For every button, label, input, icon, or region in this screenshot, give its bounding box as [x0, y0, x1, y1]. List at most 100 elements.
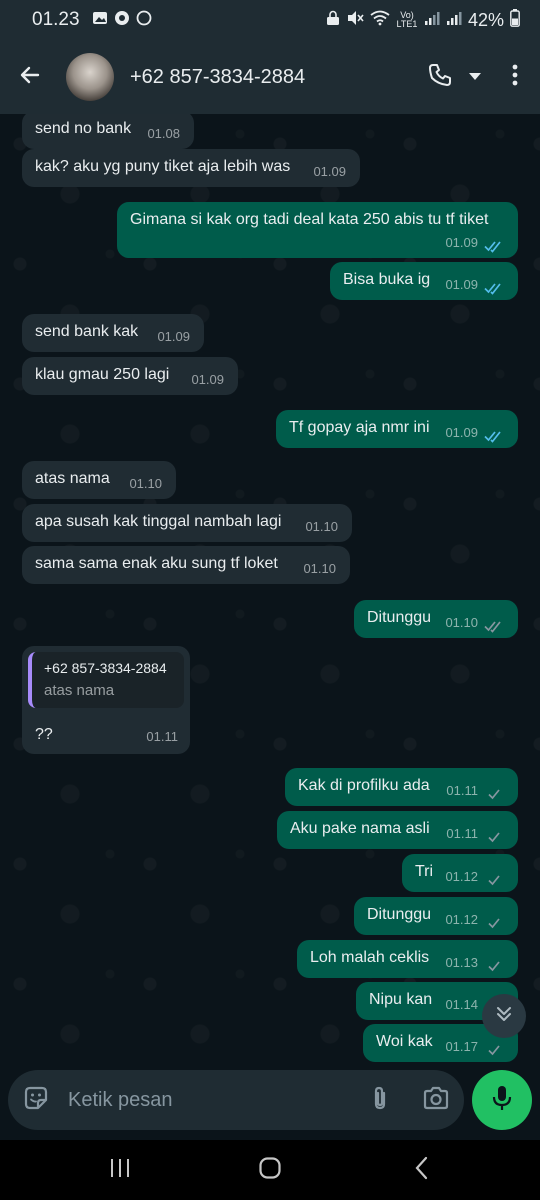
- message-bubble-incoming[interactable]: send no bank 01.08: [22, 114, 194, 149]
- message-text: Ditunggu: [367, 906, 432, 923]
- signal-2-icon: [446, 10, 462, 30]
- camera-button[interactable]: [408, 1070, 464, 1130]
- double-chevron-down-icon: [494, 1004, 514, 1029]
- message-text: Tri: [415, 863, 434, 880]
- message-text: apa susah kak tinggal nambah lagi: [35, 513, 282, 530]
- message-input[interactable]: [68, 1088, 352, 1112]
- header-actions: [420, 40, 540, 114]
- message-bubble-outgoing[interactable]: Tf gopay aja nmr ini 01.09: [276, 410, 518, 448]
- call-options-button[interactable]: [460, 40, 490, 114]
- battery-icon: [510, 9, 520, 31]
- phone-icon: [427, 62, 453, 93]
- message-time: 01.09: [191, 372, 224, 387]
- message-time: 01.09: [445, 235, 478, 250]
- message-time: 01.14: [445, 997, 478, 1012]
- gallery-icon: [92, 10, 108, 30]
- sticker-button[interactable]: [8, 1070, 64, 1130]
- message-list[interactable]: send no bank 01.08 kak? aku yg puny tike…: [0, 114, 540, 1064]
- more-vertical-icon: [512, 64, 518, 91]
- read-double-check-icon: [484, 239, 506, 253]
- mute-icon: [346, 10, 364, 30]
- message-text: Woi kak: [376, 1033, 433, 1050]
- sent-check-icon: [484, 830, 506, 844]
- message-input-container: [8, 1070, 464, 1130]
- composer-bar: [0, 1064, 540, 1140]
- more-options-button[interactable]: [490, 40, 540, 114]
- message-bubble-icon: [136, 10, 152, 30]
- sent-check-icon: [484, 787, 506, 801]
- message-time: 01.12: [445, 869, 478, 884]
- message-bubble-incoming[interactable]: kak? aku yg puny tiket aja lebih was 01.…: [22, 149, 360, 187]
- message-bubble-outgoing[interactable]: Loh malah ceklis 01.13: [297, 940, 518, 978]
- message-bubble-outgoing[interactable]: Ditunggu 01.10: [354, 600, 518, 638]
- attach-button[interactable]: [352, 1070, 408, 1130]
- message-bubble-incoming[interactable]: apa susah kak tinggal nambah lagi 01.10: [22, 504, 352, 542]
- contact-name[interactable]: +62 857-3834-2884: [130, 66, 305, 89]
- message-bubble-incoming[interactable]: send bank kak 01.09: [22, 314, 204, 352]
- message-bubble-outgoing[interactable]: Aku pake nama asli 01.11: [277, 811, 518, 849]
- message-bubble-outgoing[interactable]: Ditunggu 01.12: [354, 897, 518, 935]
- message-text: Ditunggu: [367, 609, 432, 626]
- message-text: Gimana si kak org tadi deal kata 250 abi…: [130, 211, 489, 228]
- chat-header: +62 857-3834-2884: [0, 40, 540, 114]
- recents-icon: [108, 1157, 132, 1184]
- message-bubble-outgoing[interactable]: Kak di profilku ada 01.11: [285, 768, 518, 806]
- status-bar: 01.23 Vo) LTE1 42%: [0, 0, 540, 40]
- message-time: 01.11: [446, 826, 478, 841]
- arrow-left-icon: [18, 63, 42, 92]
- message-text: Tf gopay aja nmr ini: [289, 419, 430, 436]
- read-double-check-icon: [484, 281, 506, 295]
- app-notification-icon: [114, 10, 130, 30]
- scroll-to-bottom-button[interactable]: [482, 994, 526, 1038]
- voice-message-button[interactable]: [472, 1070, 532, 1130]
- camera-icon: [422, 1086, 450, 1115]
- message-text: Kak di profilku ada: [298, 777, 430, 794]
- message-time: 01.13: [445, 955, 478, 970]
- sent-check-icon: [484, 873, 506, 887]
- message-text: ??: [35, 726, 53, 743]
- system-back-button[interactable]: [372, 1140, 472, 1200]
- system-navigation-bar: [0, 1140, 540, 1200]
- caret-down-icon: [469, 68, 481, 86]
- status-time: 01.23: [32, 9, 80, 30]
- message-text: klau gmau 250 lagi: [35, 366, 170, 383]
- quoted-author: +62 857-3834-2884: [44, 660, 167, 676]
- message-time: 01.17: [445, 1039, 478, 1054]
- message-bubble-incoming[interactable]: atas nama 01.10: [22, 461, 176, 499]
- message-text: Aku pake nama asli: [290, 820, 430, 837]
- voice-call-button[interactable]: [420, 40, 460, 114]
- message-text: send bank kak: [35, 323, 139, 340]
- message-text: kak? aku yg puny tiket aja lebih was: [35, 158, 291, 175]
- message-time: 01.10: [445, 615, 478, 630]
- message-time: 01.10: [129, 476, 162, 491]
- message-time: 01.10: [305, 519, 338, 534]
- message-bubble-outgoing[interactable]: Bisa buka ig 01.09: [330, 262, 518, 300]
- paperclip-icon: [369, 1084, 391, 1117]
- home-button[interactable]: [220, 1140, 320, 1200]
- message-time: 01.08: [147, 126, 180, 141]
- message-text: sama sama enak aku sung tf loket: [35, 555, 278, 572]
- message-time: 01.09: [445, 425, 478, 440]
- recent-apps-button[interactable]: [70, 1140, 170, 1200]
- message-text: Bisa buka ig: [343, 271, 431, 288]
- message-bubble-incoming[interactable]: klau gmau 250 lagi 01.09: [22, 357, 238, 395]
- battery-percent: 42%: [467, 9, 504, 30]
- sent-check-icon: [484, 916, 506, 930]
- quoted-message[interactable]: +62 857-3834-2884 atas nama: [28, 652, 184, 708]
- message-time: 01.11: [446, 783, 478, 798]
- back-button[interactable]: [0, 40, 60, 114]
- message-time: 01.09: [313, 164, 346, 179]
- message-bubble-reply[interactable]: +62 857-3834-2884 atas nama ?? 01.11: [22, 646, 190, 754]
- message-bubble-outgoing[interactable]: Gimana si kak org tadi deal kata 250 abi…: [117, 202, 518, 258]
- message-bubble-outgoing[interactable]: Tri 01.12: [402, 854, 518, 892]
- contact-avatar[interactable]: [66, 53, 114, 101]
- read-double-check-icon: [484, 619, 506, 633]
- message-time: 01.09: [157, 329, 190, 344]
- wifi-icon: [370, 10, 390, 30]
- lock-icon: [326, 10, 340, 30]
- message-text: send no bank: [35, 120, 132, 137]
- message-time: 01.11: [146, 729, 178, 744]
- microphone-icon: [491, 1084, 513, 1117]
- message-bubble-incoming[interactable]: sama sama enak aku sung tf loket 01.10: [22, 546, 350, 584]
- message-time: 01.10: [303, 561, 336, 576]
